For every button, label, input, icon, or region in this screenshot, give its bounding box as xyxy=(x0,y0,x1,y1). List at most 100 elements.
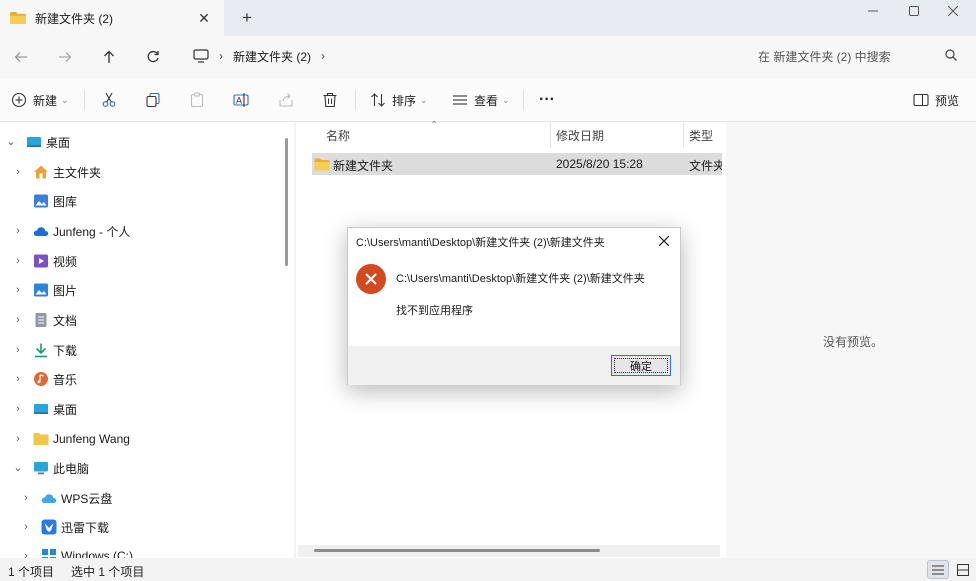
sidebar-item-desktop[interactable]: ⌄ 桌面 xyxy=(0,129,280,155)
sidebar-item-pictures[interactable]: › 图片 xyxy=(0,277,280,303)
paste-button[interactable] xyxy=(189,88,205,112)
sidebar-item-wps-cloud[interactable]: › WPS云盘 xyxy=(0,485,280,511)
sidebar-item-thunder[interactable]: › 迅雷下载 xyxy=(0,514,280,540)
breadcrumb-expand-icon[interactable]: › xyxy=(321,49,325,63)
chevron-right-icon[interactable]: › xyxy=(12,314,24,326)
drive-icon xyxy=(42,549,56,558)
new-tab-button[interactable]: + xyxy=(238,9,256,27)
share-icon xyxy=(279,93,293,107)
pictures-icon xyxy=(34,283,48,297)
more-options-button[interactable]: ··· xyxy=(539,88,555,112)
chevron-down-icon[interactable]: ⌄ xyxy=(12,462,24,474)
sort-button[interactable]: 排序 ⌄ xyxy=(370,88,428,112)
sidebar-item-documents[interactable]: › 文档 xyxy=(0,307,280,333)
gallery-icon xyxy=(34,194,48,208)
search-input[interactable]: 在 新建文件夹 (2) 中搜索 xyxy=(746,40,968,72)
column-header-name[interactable]: 名称 xyxy=(326,122,350,148)
folder-icon xyxy=(33,433,49,445)
paste-icon xyxy=(190,92,204,108)
up-button[interactable] xyxy=(98,46,120,68)
horizontal-scrollbar[interactable] xyxy=(298,545,720,557)
sidebar-item-music[interactable]: › 音乐 xyxy=(0,366,280,392)
chevron-right-icon[interactable]: › xyxy=(12,225,24,237)
new-label: 新建 xyxy=(33,93,58,108)
status-bar: 1 个项目 选中 1 个项目 xyxy=(0,558,976,581)
tab-close-button[interactable]: ✕ xyxy=(196,10,212,26)
rename-button[interactable]: A xyxy=(233,88,249,112)
error-dialog: C:\Users\manti\Desktop\新建文件夹 (2)\新建文件夹 C… xyxy=(347,227,681,385)
toolbar-divider xyxy=(355,90,356,110)
toolbar-divider xyxy=(84,90,85,110)
chevron-right-icon[interactable]: › xyxy=(20,550,32,558)
sidebar-item-downloads[interactable]: › 下载 xyxy=(0,337,280,363)
preview-empty-text: 没有预览。 xyxy=(823,335,884,349)
sidebar-item-gallery[interactable]: 图库 xyxy=(0,188,280,214)
delete-button[interactable] xyxy=(322,88,338,112)
computer-icon xyxy=(34,462,48,475)
breadcrumb-current[interactable]: 新建文件夹 (2) xyxy=(233,48,311,65)
chevron-right-icon[interactable]: › xyxy=(12,433,24,445)
chevron-right-icon[interactable]: › xyxy=(12,403,24,415)
toolbar-divider xyxy=(523,90,524,110)
sidebar-item-videos[interactable]: › 视频 xyxy=(0,248,280,274)
file-name: 新建文件夹 xyxy=(333,159,394,173)
sidebar-item-desktop-2[interactable]: › 桌面 xyxy=(0,396,280,422)
minimize-button[interactable] xyxy=(850,0,896,22)
dialog-message: 找不到应用程序 xyxy=(396,305,473,317)
tiles-view-icon xyxy=(957,563,969,576)
preview-label: 预览 xyxy=(935,93,960,108)
title-bar: 新建文件夹 (2) ✕ + xyxy=(0,0,976,36)
column-divider[interactable] xyxy=(550,122,551,148)
chevron-right-icon[interactable]: › xyxy=(12,344,24,356)
view-button[interactable]: 查看 ⌄ xyxy=(452,88,510,112)
ok-button[interactable]: 确定 xyxy=(611,355,671,376)
tab-active[interactable]: 新建文件夹 (2) ✕ xyxy=(0,0,224,36)
tiles-view-button[interactable] xyxy=(952,560,974,579)
column-divider[interactable] xyxy=(683,122,684,148)
thunder-icon xyxy=(41,519,57,535)
share-button[interactable] xyxy=(278,88,294,112)
error-x-glyph xyxy=(365,273,377,285)
cut-button[interactable] xyxy=(101,88,117,112)
arrow-up-icon xyxy=(104,50,114,63)
download-icon xyxy=(35,343,47,358)
refresh-button[interactable] xyxy=(142,46,164,68)
scrollbar-thumb[interactable] xyxy=(314,549,600,552)
copy-icon xyxy=(146,92,160,108)
error-icon xyxy=(356,264,386,294)
back-button[interactable] xyxy=(10,46,32,68)
address-field[interactable]: › 新建文件夹 (2) › xyxy=(183,40,735,72)
sidebar-item-this-pc[interactable]: ⌄ 此电脑 xyxy=(0,455,280,481)
column-header-modified[interactable]: 修改日期 xyxy=(556,122,604,148)
sidebar-item-drive-c[interactable]: › Windows (C:) xyxy=(0,543,280,558)
refresh-icon xyxy=(147,50,159,63)
chevron-right-icon[interactable]: › xyxy=(12,284,24,296)
chevron-down-icon[interactable]: ⌄ xyxy=(5,136,17,148)
sidebar-item-onedrive[interactable]: › Junfeng - 个人 xyxy=(0,218,280,244)
forward-button[interactable] xyxy=(54,46,76,68)
sidebar-scrollbar[interactable] xyxy=(285,138,288,266)
preview-pane-button[interactable]: 预览 xyxy=(913,88,959,112)
chevron-right-icon[interactable]: › xyxy=(12,166,24,178)
sidebar-item-home[interactable]: › 主文件夹 xyxy=(0,159,280,185)
view-label: 查看 xyxy=(474,93,499,108)
breadcrumb-chevron-icon[interactable]: › xyxy=(219,49,223,63)
details-view-button[interactable] xyxy=(927,560,949,579)
preview-pane-icon xyxy=(913,93,929,107)
dialog-close-button[interactable] xyxy=(654,231,674,251)
chevron-down-icon: ⌄ xyxy=(420,94,428,105)
copy-button[interactable] xyxy=(145,88,161,112)
arrow-left-icon xyxy=(14,52,27,62)
rename-icon: A xyxy=(233,93,249,107)
preview-pane: 没有预览。 xyxy=(726,122,976,558)
new-button[interactable]: 新建 ⌄ xyxy=(11,88,69,112)
close-button[interactable] xyxy=(930,0,976,22)
chevron-right-icon[interactable]: › xyxy=(20,492,32,504)
sidebar-item-user-folder[interactable]: › Junfeng Wang xyxy=(0,426,280,452)
table-row[interactable]: 新建文件夹 2025/8/20 15:28 文件夹 xyxy=(312,153,722,175)
chevron-right-icon[interactable]: › xyxy=(20,521,32,533)
column-header-type[interactable]: 类型 xyxy=(689,122,713,148)
chevron-right-icon[interactable]: › xyxy=(12,255,24,267)
chevron-right-icon[interactable]: › xyxy=(12,373,24,385)
chevron-down-icon: ⌄ xyxy=(502,94,510,105)
